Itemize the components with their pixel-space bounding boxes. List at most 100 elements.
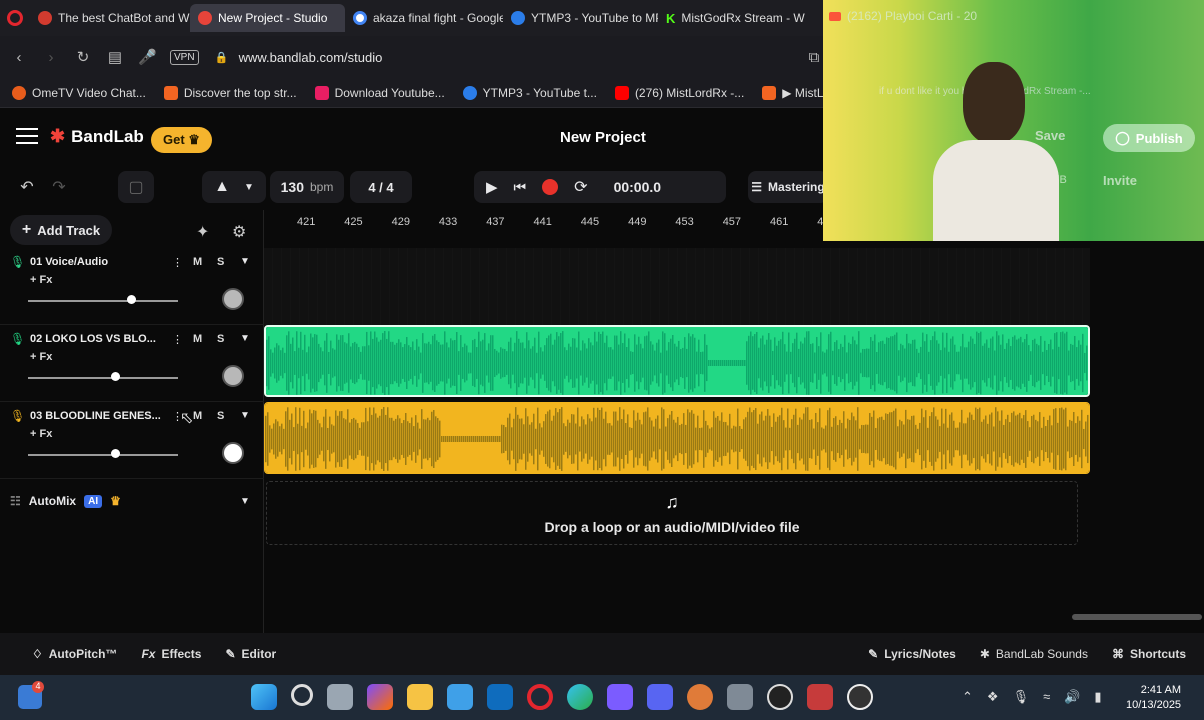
add-fx-button[interactable]: + Fx bbox=[30, 274, 52, 286]
url-field[interactable]: www.bandlab.com/studio bbox=[239, 50, 383, 65]
metronome-button[interactable]: ▲ ▼ bbox=[202, 171, 266, 203]
outlook-icon[interactable] bbox=[487, 684, 513, 710]
back-icon[interactable]: ‹ bbox=[10, 49, 28, 66]
menu-icon[interactable] bbox=[16, 128, 38, 144]
obs-icon[interactable] bbox=[767, 684, 793, 710]
mastering-button[interactable]: ☰ Mastering bbox=[748, 171, 828, 203]
discord-icon[interactable] bbox=[647, 684, 673, 710]
pan-knob[interactable] bbox=[222, 442, 244, 464]
bookmark-mistlordrx[interactable]: (276) MistLordRx -... bbox=[614, 85, 744, 100]
task-view-icon[interactable] bbox=[327, 684, 353, 710]
autopitch-button[interactable]: ♢ AutoPitch™ bbox=[20, 647, 129, 661]
windows-start-icon[interactable] bbox=[251, 684, 277, 710]
project-title[interactable]: New Project bbox=[560, 129, 646, 146]
copilot-icon[interactable] bbox=[367, 684, 393, 710]
pan-knob[interactable] bbox=[222, 288, 244, 310]
audio-region[interactable] bbox=[264, 402, 1090, 474]
undo-button[interactable]: ↶ bbox=[10, 171, 44, 203]
solo-button[interactable]: S bbox=[217, 256, 224, 268]
opera-icon[interactable] bbox=[0, 10, 30, 26]
pan-knob[interactable] bbox=[222, 365, 244, 387]
bookmark-ometv[interactable]: OmeTV Video Chat... bbox=[12, 85, 146, 100]
loop-icon[interactable]: ⟳ bbox=[574, 177, 587, 197]
track-more-icon[interactable]: ⋮ bbox=[172, 333, 183, 346]
tab-kick-stream[interactable]: K MistGodRx Stream - W bbox=[658, 4, 808, 32]
volume-thumb[interactable] bbox=[110, 449, 120, 458]
record-icon[interactable] bbox=[542, 179, 559, 195]
redo-button[interactable]: ↷ bbox=[44, 171, 74, 203]
publish-button[interactable]: ◯ Publish bbox=[1103, 124, 1195, 152]
mute-button[interactable]: M bbox=[193, 256, 202, 268]
tracks-settings-icon[interactable]: ⚙ bbox=[232, 222, 246, 242]
bandlab-logo[interactable]: ✱ BandLab bbox=[50, 126, 144, 147]
file-explorer-icon[interactable] bbox=[407, 684, 433, 710]
reload-icon[interactable]: ↻ bbox=[74, 48, 92, 66]
wand-icon[interactable]: ✦ bbox=[196, 222, 209, 242]
wifi-icon[interactable]: ≈ bbox=[1043, 689, 1050, 705]
shortcuts-button[interactable]: ⌘ Shortcuts bbox=[1100, 647, 1198, 661]
snap-button[interactable]: ▢ bbox=[118, 171, 154, 203]
tab-google[interactable]: akaza final fight - Google bbox=[345, 4, 503, 32]
chevron-down-icon[interactable]: ▼ bbox=[240, 256, 250, 267]
easy-setup-icon[interactable]: ▤ bbox=[106, 48, 124, 66]
clipchamp-icon[interactable] bbox=[607, 684, 633, 710]
chevron-up-icon[interactable]: ⌃ bbox=[962, 689, 973, 705]
chevron-down-icon[interactable]: ▼ bbox=[240, 410, 250, 421]
opera-icon[interactable] bbox=[527, 684, 553, 710]
add-fx-button[interactable]: + Fx bbox=[30, 428, 52, 440]
chevron-down-icon[interactable]: ▼ bbox=[240, 496, 250, 507]
bandlab-sounds-button[interactable]: ✱ BandLab Sounds bbox=[968, 647, 1100, 661]
get-membership-button[interactable]: Get ♛ bbox=[151, 127, 212, 153]
mic-icon[interactable]: 🎤 bbox=[138, 48, 157, 66]
track-name[interactable]: 01 Voice/Audio bbox=[30, 256, 108, 268]
microphone-tray-icon[interactable]: 🎙 bbox=[1013, 689, 1030, 705]
track-row[interactable]: 🎙 01 Voice/Audio + Fx ⋮ M S ▼ bbox=[0, 248, 264, 325]
search-icon[interactable] bbox=[291, 684, 313, 706]
time-signature[interactable]: 4 / 4 bbox=[350, 171, 412, 203]
track-lane-empty[interactable] bbox=[264, 248, 1090, 325]
clock[interactable]: 2:41 AM 10/13/2025 bbox=[1126, 683, 1181, 713]
tab-chatbot[interactable]: The best ChatBot and Wid bbox=[30, 4, 190, 32]
bookmark-discover[interactable]: Discover the top str... bbox=[163, 85, 297, 100]
app-icon[interactable] bbox=[687, 684, 713, 710]
vpn-badge[interactable]: VPN bbox=[170, 49, 199, 65]
volume-icon[interactable]: 🔊 bbox=[1064, 689, 1080, 705]
track-more-icon[interactable]: ⋮ bbox=[172, 256, 183, 269]
audio-region[interactable] bbox=[264, 325, 1090, 397]
bookmark-ytmp3[interactable]: YTMP3 - YouTube t... bbox=[462, 85, 597, 100]
mute-button[interactable]: M bbox=[193, 333, 202, 345]
effects-button[interactable]: Fx Effects bbox=[129, 647, 213, 661]
editor-button[interactable]: ✎ Editor bbox=[213, 647, 288, 661]
battery-icon[interactable]: ▮ bbox=[1094, 689, 1101, 705]
volume-slider[interactable] bbox=[28, 377, 178, 379]
invite-button[interactable]: Invite bbox=[1103, 173, 1137, 188]
track-name[interactable]: 03 BLOODLINE GENES... bbox=[30, 410, 161, 422]
forward-icon[interactable]: › bbox=[42, 49, 60, 66]
recording-app-icon[interactable] bbox=[807, 684, 833, 710]
volume-thumb[interactable] bbox=[110, 372, 120, 381]
add-track-button[interactable]: + Add Track bbox=[10, 215, 112, 245]
play-icon[interactable]: ▶ bbox=[486, 178, 498, 196]
solo-button[interactable]: S bbox=[217, 333, 224, 345]
horizontal-scrollbar[interactable] bbox=[1072, 614, 1202, 620]
mute-button[interactable]: M bbox=[193, 410, 202, 422]
lyrics-notes-button[interactable]: ✎ Lyrics/Notes bbox=[856, 647, 968, 661]
track-row[interactable]: 🎙 02 LOKO LOS VS BLO... + Fx ⋮ M S ▼ bbox=[0, 325, 264, 402]
volume-thumb[interactable] bbox=[127, 295, 136, 304]
tab-new-project[interactable]: New Project - Studio bbox=[190, 4, 345, 32]
bookmark-download-youtube[interactable]: Download Youtube... bbox=[314, 85, 445, 100]
share-icon[interactable]: ⧉ bbox=[805, 49, 823, 66]
drop-zone[interactable]: ♫ Drop a loop or an audio/MIDI/video fil… bbox=[266, 481, 1078, 545]
camera-icon[interactable] bbox=[727, 684, 753, 710]
automix-row[interactable]: ☷ AutoMix AI ♛ ▼ bbox=[0, 486, 264, 516]
volume-slider[interactable] bbox=[28, 454, 178, 456]
track-row[interactable]: 🎙 03 BLOODLINE GENES... + Fx ⋮ M S ▼ ⬁ bbox=[0, 402, 264, 479]
tray-app-icon[interactable]: ❖ bbox=[987, 689, 999, 705]
media-player-icon[interactable] bbox=[847, 684, 873, 710]
volume-slider[interactable] bbox=[28, 300, 178, 302]
solo-button[interactable]: S bbox=[217, 410, 224, 422]
tab-ytmp3[interactable]: YTMP3 - YouTube to MP3 bbox=[503, 4, 658, 32]
tempo-field[interactable]: 130 bpm bbox=[270, 171, 344, 203]
store-icon[interactable] bbox=[447, 684, 473, 710]
add-fx-button[interactable]: + Fx bbox=[30, 351, 52, 363]
